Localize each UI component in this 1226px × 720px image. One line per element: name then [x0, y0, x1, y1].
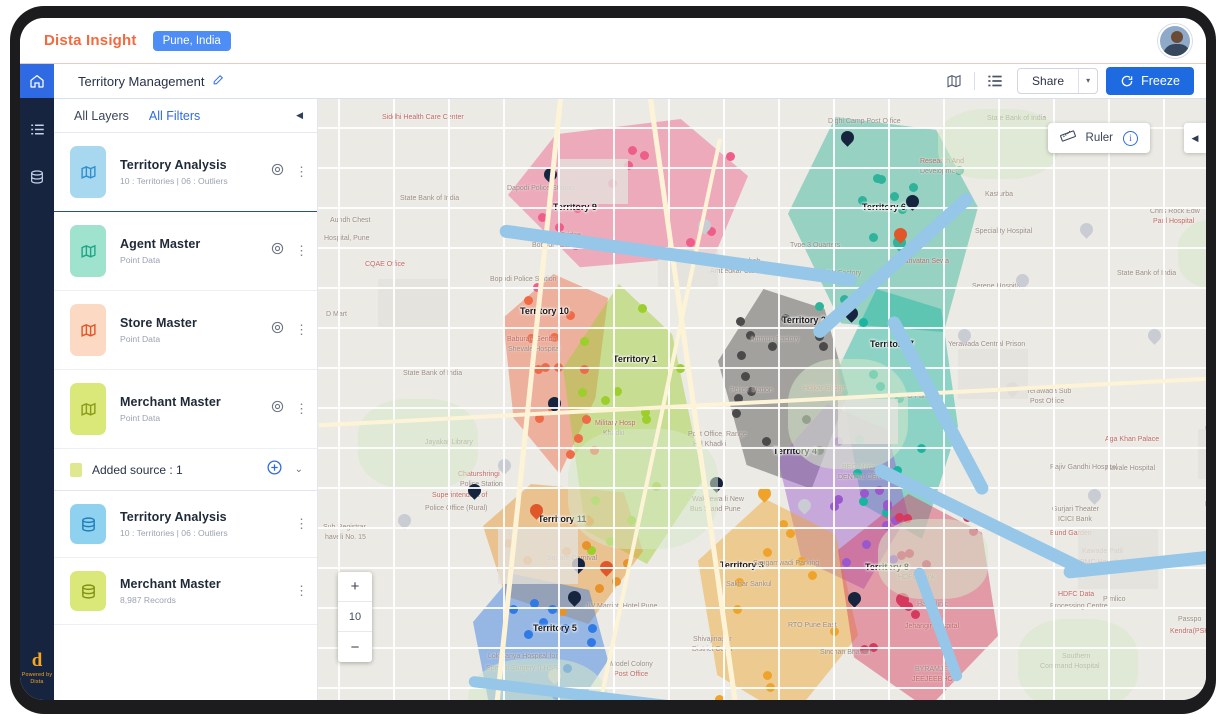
layer-subtitle: Point Data — [120, 413, 270, 423]
list-icon — [30, 122, 45, 137]
zoom-out-button[interactable]: − — [338, 632, 372, 662]
map-layer-icon — [70, 146, 106, 198]
source-subtitle: 8,987 Records — [120, 595, 295, 605]
layer-text: Territory Analysis 10 : Territories | 06… — [120, 158, 270, 186]
list-view-icon[interactable] — [981, 68, 1009, 94]
freeze-button[interactable]: Freeze — [1106, 67, 1194, 95]
layer-name: Merchant Master — [120, 395, 270, 409]
layer-item-0[interactable]: Territory Analysis 10 : Territories | 06… — [54, 133, 317, 212]
layer-subtitle: 10 : Territories | 06 : Outliers — [120, 176, 270, 186]
added-source-label: Added source : 1 — [92, 463, 183, 477]
source-item-0[interactable]: Territory Analysis 10 : Territories | 06… — [54, 491, 317, 558]
rail-item-home[interactable] — [20, 64, 54, 98]
visibility-toggle-icon[interactable] — [270, 320, 285, 340]
layer-name: Territory Analysis — [120, 158, 270, 172]
map-canvas[interactable]: Territory 9Territory 6Territory 10Territ… — [318, 99, 1206, 700]
database-icon — [70, 504, 106, 544]
layer-subtitle: Point Data — [120, 334, 270, 344]
page-title: Territory Management — [78, 74, 204, 89]
share-group: Share ▾ — [1017, 68, 1098, 94]
layer-menu-icon[interactable]: ⋮ — [295, 164, 305, 180]
app-screen: Dista Insight Pune, India d Powered by — [20, 18, 1206, 700]
database-icon — [29, 169, 45, 185]
icon-rail: d Powered by Dista — [20, 64, 54, 700]
layer-item-2[interactable]: Store Master Point Data ⋮ — [54, 291, 317, 370]
zoom-level: 10 — [338, 602, 372, 632]
freeze-label: Freeze — [1141, 74, 1180, 88]
added-source-row[interactable]: Added source : 1 ⌄ — [54, 449, 317, 491]
powered-by-line2: Dista — [20, 679, 54, 686]
layer-text: Store Master Point Data — [120, 316, 270, 344]
added-source-swatch — [70, 463, 82, 477]
layer-list: Territory Analysis 10 : Territories | 06… — [54, 133, 317, 700]
dista-logo-mark: d — [20, 650, 54, 672]
avatar[interactable] — [1158, 24, 1192, 58]
refresh-icon — [1120, 74, 1134, 88]
share-dropdown-caret[interactable]: ▾ — [1078, 69, 1097, 93]
info-icon[interactable]: i — [1123, 131, 1138, 146]
device-frame: Dista Insight Pune, India d Powered by — [10, 6, 1216, 714]
avatar-body — [1163, 44, 1191, 58]
map-layer-icon — [70, 304, 106, 356]
source-menu-icon[interactable]: ⋮ — [295, 583, 305, 599]
source-subtitle: 10 : Territories | 06 : Outliers — [120, 528, 295, 538]
share-button[interactable]: Share — [1018, 69, 1078, 93]
source-text: Merchant Master 8,987 Records — [120, 577, 295, 605]
source-name: Territory Analysis — [120, 510, 295, 524]
ruler-control[interactable]: Ruler i — [1048, 123, 1150, 153]
source-name: Merchant Master — [120, 577, 295, 591]
powered-by-logo: d Powered by Dista — [20, 650, 54, 686]
city-chip[interactable]: Pune, India — [153, 31, 231, 51]
layer-menu-icon[interactable]: ⋮ — [295, 322, 305, 338]
layer-name: Agent Master — [120, 237, 270, 251]
source-item-1[interactable]: Merchant Master 8,987 Records ⋮ — [54, 558, 317, 625]
visibility-toggle-icon[interactable] — [270, 162, 285, 182]
source-menu-icon[interactable]: ⋮ — [295, 516, 305, 532]
header-divider — [974, 72, 975, 90]
map-view-icon[interactable] — [940, 68, 968, 94]
app-logo-text: Dista Insight — [44, 32, 137, 49]
layer-item-3[interactable]: Merchant Master Point Data ⋮ — [54, 370, 317, 449]
layer-menu-icon[interactable]: ⋮ — [295, 243, 305, 259]
zoom-in-button[interactable]: + — [338, 572, 372, 602]
page-header: Territory Management Share ▾ — [54, 64, 1206, 99]
layer-menu-icon[interactable]: ⋮ — [295, 401, 305, 417]
brand-bar: Dista Insight Pune, India — [20, 18, 1206, 64]
layer-subtitle: Point Data — [120, 255, 270, 265]
visibility-toggle-icon[interactable] — [270, 399, 285, 419]
map-layer-icon — [70, 383, 106, 435]
collapse-left-icon[interactable]: ◀ — [296, 110, 303, 121]
zoom-control: + 10 − — [338, 572, 372, 662]
chevron-down-icon[interactable]: ⌄ — [295, 464, 303, 475]
home-icon — [29, 73, 45, 89]
pencil-icon[interactable] — [212, 73, 225, 89]
source-text: Territory Analysis 10 : Territories | 06… — [120, 510, 295, 538]
rail-item-data[interactable] — [20, 160, 54, 194]
header-actions: Share ▾ Freeze — [940, 67, 1206, 95]
map-basemap — [318, 99, 1206, 700]
map-layer-icon — [70, 225, 106, 277]
powered-by-line1: Powered by — [20, 672, 54, 679]
ruler-label: Ruler — [1086, 132, 1113, 144]
add-circle-icon[interactable] — [266, 459, 283, 480]
collapse-right-icon[interactable]: ◀ — [1184, 123, 1206, 153]
layers-panel: All Layers All Filters ◀ Territory Analy… — [54, 99, 318, 700]
layer-text: Merchant Master Point Data — [120, 395, 270, 423]
tab-all-layers[interactable]: All Layers — [74, 109, 129, 123]
layer-text: Agent Master Point Data — [120, 237, 270, 265]
tab-all-filters[interactable]: All Filters — [149, 109, 200, 123]
ruler-icon — [1060, 128, 1076, 149]
layer-item-1[interactable]: Agent Master Point Data ⋮ — [54, 212, 317, 291]
avatar-head — [1171, 31, 1183, 43]
database-icon — [70, 571, 106, 611]
visibility-toggle-icon[interactable] — [270, 241, 285, 261]
layer-name: Store Master — [120, 316, 270, 330]
panel-tabs: All Layers All Filters ◀ — [54, 99, 317, 133]
rail-item-list[interactable] — [20, 112, 54, 146]
